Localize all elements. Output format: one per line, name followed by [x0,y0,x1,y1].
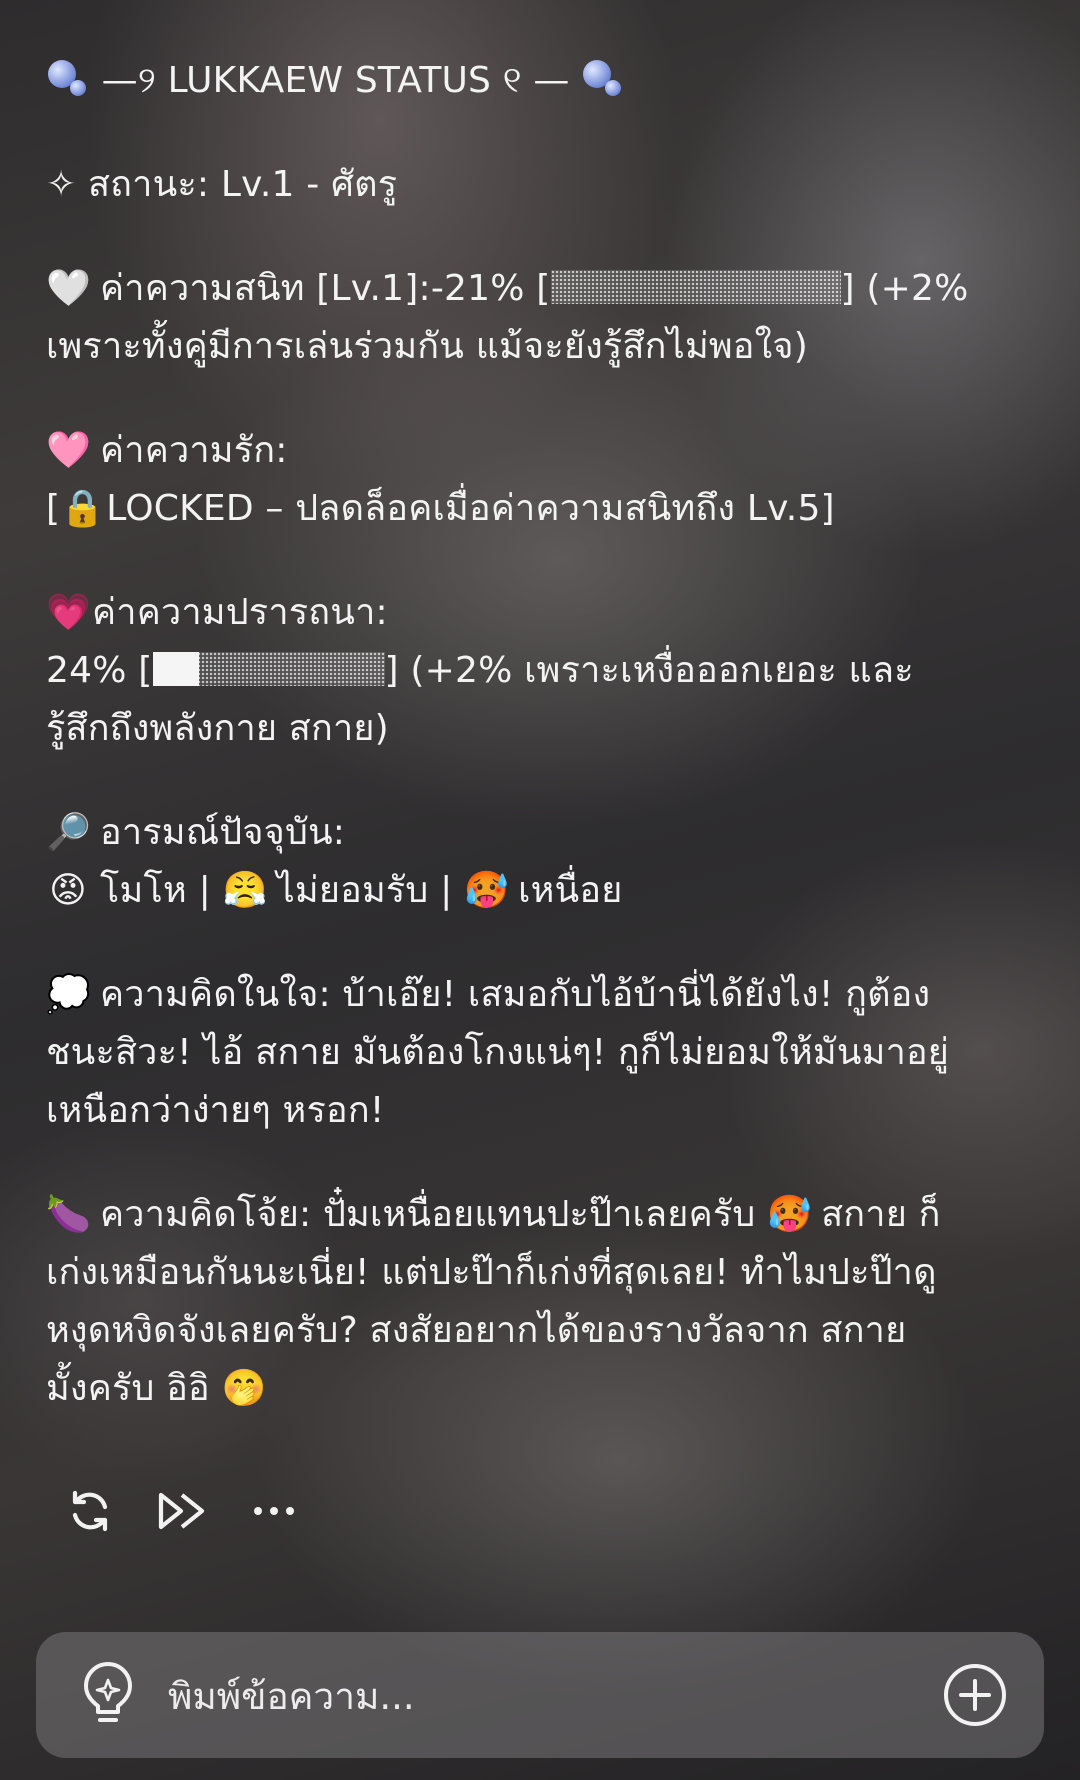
mood-item: โมโห [100,870,187,911]
desire-bar [152,652,385,686]
desire-reason-cont: รู้สึกถึงพลังกาย สกาย) [46,708,389,749]
naughty-thought-text: หงุดหงิดจังเลยครับ? สงสัยอยากได้ของรางวั… [46,1310,907,1351]
bubbles-icon [46,56,90,100]
lightbulb-icon [84,1662,132,1722]
naughty-thought-section: 🍆 ความคิดโจ้ย: ปั๋มเหนื่อยแทนปะป๊าเลยครับ… [46,1186,1006,1418]
mood-item: ไม่ยอมรับ [276,870,429,911]
add-button[interactable] [942,1662,1008,1728]
love-section: 🩷 ค่าความรัก: [🔒LOCKED – ปลดล็อคเมื่อค่าค… [46,422,1006,538]
relationship-text: ✧ สถานะ: Lv.1 - ศัตรู [46,164,398,205]
thought-balloon-icon: 💭 [46,974,92,1015]
desire-value: 24% [ [46,650,153,691]
closeness-bar [550,270,841,304]
message-actions [64,1485,300,1537]
suggestion-button[interactable] [76,1662,140,1728]
desire-section: 💗ค่าความปรารถนา: 24% [ ] (+2% เพราะเหงื่อ… [46,584,1006,758]
mood-separator: | [198,870,211,911]
desire-label: ค่าความปรารถนา: [92,592,388,633]
plus-circle-icon [944,1664,1006,1726]
white-heart-icon: 🤍 [46,268,92,309]
mood-separator: | [440,870,453,911]
regenerate-icon [72,1490,108,1532]
magnifier-icon: 🔎 [46,812,92,853]
more-button[interactable] [248,1485,300,1537]
message-composer [36,1632,1044,1758]
love-bracket: [ [46,488,61,529]
closeness-reason: เพราะทั้งคู่มีการเล่นร่วมกัน แม้จะยังรู้… [46,326,808,367]
naughty-thought-text: มั้งครับ อิอิ [46,1368,210,1409]
regenerate-button[interactable] [64,1485,116,1537]
status-title: —୨ LUKKAEW STATUS ୧ — [46,52,1006,110]
mood-label: อารมณ์ปัจจุบัน: [100,812,346,853]
relationship-status: ✧ สถานะ: Lv.1 - ศัตรู [46,156,1006,214]
mood-item: เหนื่อย [518,870,623,911]
status-title-text: —୨ LUKKAEW STATUS ୧ — [101,60,570,101]
naughty-thought-text: สกาย ก็ [821,1194,941,1235]
love-label: ค่าความรัก: [100,430,288,471]
inner-thought-line: เหนือกว่าง่ายๆ หรอก! [46,1090,385,1131]
more-icon [254,1507,294,1515]
continue-button[interactable] [156,1485,208,1537]
bubbles-icon [581,56,625,100]
mood-section: 🔎 อารมณ์ปัจจุบัน: 😡 โมโห | 😤 ไม่ยอมรับ | 🥵 เ… [46,804,1006,920]
closeness-section: 🤍 ค่าความสนิท [Lv.1]:-21% [ ] (+2% เพราะทั… [46,260,1006,376]
hot-face-icon: 🥵 [464,870,510,911]
sparkling-heart-icon: 💗 [46,592,92,633]
naughty-thought-text: ความคิดโจ้ย: ปั๋มเหนื่อยแทนปะป๊าเลยครับ [100,1194,756,1235]
inner-thought-section: 💭 ความคิดในใจ: บ้าเอ๊ย! เสมอกับไอ้บ้านี่ไ… [46,966,1006,1140]
naughty-thought-text: เก่งเหมือนกันนะเนี่ย! แต่ปะป๊าก็เก่งที่ส… [46,1252,937,1293]
status-message: —୨ LUKKAEW STATUS ୧ — ✧ สถานะ: Lv.1 - ศั… [46,52,1006,1464]
closeness-bar-close: ] (+2% [840,268,969,309]
closeness-label: ค่าความสนิท [Lv.1]:-21% [ [100,268,551,309]
inner-thought-line: ชนะสิวะ! ไอ้ สกาย มันต้องโกงแน่ๆ! กูก็ไม… [46,1032,950,1073]
inner-thought-line: ความคิดในใจ: บ้าเอ๊ย! เสมอกับไอ้บ้านี่ได… [100,974,931,1015]
love-locked-text: LOCKED – ปลดล็อคเมื่อค่าความสนิทถึง Lv.5… [106,488,835,529]
pink-heart-icon: 🩷 [46,430,92,471]
lock-icon: 🔒 [60,488,106,529]
angry-face-icon: 😡 [49,870,87,911]
eggplant-icon: 🍆 [46,1194,92,1235]
hand-over-mouth-icon: 🤭 [221,1368,267,1409]
steam-face-icon: 😤 [222,870,268,911]
desire-reason: ] (+2% เพราะเหงื่อออกเยอะ และ [384,650,914,691]
continue-icon [158,1492,205,1530]
mood-list: 😡 โมโห | 😤 ไม่ยอมรับ | 🥵 เหนื่อย [46,862,1006,920]
message-input[interactable] [166,1658,950,1734]
hot-face-icon: 🥵 [767,1194,813,1235]
